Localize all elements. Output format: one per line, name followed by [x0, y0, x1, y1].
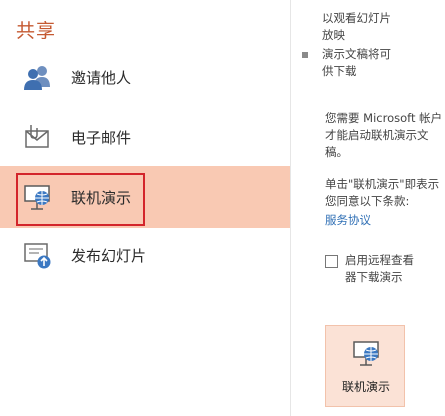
nav-item-email[interactable]: 电子邮件: [0, 110, 290, 164]
selection-highlight: [16, 173, 145, 226]
online-presentation-button-label: 联机演示: [341, 380, 390, 394]
detail-bullet-text: 演示文稿将可供下载: [322, 47, 391, 78]
remote-download-option: 启用远程查看器下载演示: [325, 252, 420, 286]
nav-item-invite-people[interactable]: 邀请他人: [0, 50, 290, 104]
panel-divider: [290, 0, 291, 416]
agreement-text: 单击"联机演示"即表示您同意以下条款:: [325, 177, 440, 208]
service-agreement-link[interactable]: 服务协议: [325, 212, 371, 229]
online-presentation-button[interactable]: 联机演示: [325, 325, 405, 407]
nav-item-label: 电子邮件: [71, 128, 132, 147]
requirement-text: 您需要 Microsoft 帐户才能启动联机演示文稿。: [325, 111, 443, 159]
nav-item-label: 邀请他人: [71, 68, 132, 87]
nav-item-publish-slides[interactable]: 发布幻灯片: [0, 228, 290, 282]
email-icon: [25, 125, 49, 148]
bullet-icon: [302, 52, 308, 58]
online-presentation-icon: [353, 341, 379, 366]
publish-slides-icon: [24, 243, 51, 269]
nav-item-label: 发布幻灯片: [71, 246, 147, 265]
page-title: 共享: [16, 20, 57, 42]
people-icon: [24, 66, 50, 90]
remote-download-checkbox[interactable]: [325, 255, 338, 268]
checkbox-label: 启用远程查看器下载演示: [345, 253, 414, 284]
detail-bullet-text: 以观看幻灯片放映: [322, 11, 391, 42]
detail-bullet: 演示文稿将可供下载: [297, 46, 392, 80]
detail-bullet: 以观看幻灯片放映: [297, 10, 392, 44]
